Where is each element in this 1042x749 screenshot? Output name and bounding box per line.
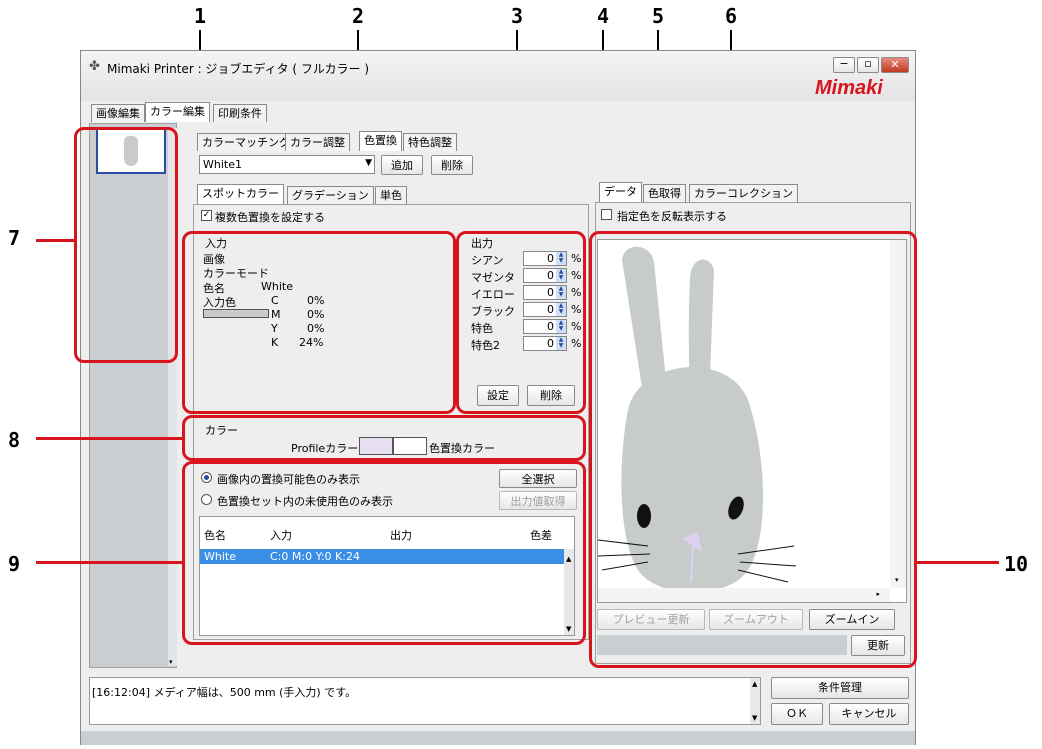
ok-button[interactable]: ＯＫ <box>771 703 823 725</box>
replace-set-value: White1 <box>203 158 242 171</box>
leader-line-9 <box>36 561 184 564</box>
highlight-thumbnail-panel <box>74 127 178 363</box>
callout-7: 7 <box>8 226 21 250</box>
title-bar: ✤ Mimaki Printer : ジョブエディタ ( フルカラー ) − ▫… <box>81 51 915 101</box>
tab-image-edit[interactable]: 画像編集 <box>91 104 145 122</box>
callout-8: 8 <box>8 428 21 452</box>
leader-line-10 <box>915 561 999 564</box>
minimize-button[interactable]: − <box>833 57 855 73</box>
callout-10: 10 <box>1004 552 1029 576</box>
callout-1: 1 <box>194 4 207 28</box>
dropdown-arrow-icon: ▼ <box>365 158 372 168</box>
callout-4: 4 <box>597 4 610 28</box>
leader-line-8 <box>36 437 184 440</box>
tab-color-matching[interactable]: カラーマッチング <box>197 133 295 151</box>
window-status-bar <box>81 731 915 745</box>
highlight-color-list <box>182 461 586 645</box>
add-set-button[interactable]: 追加 <box>381 155 423 175</box>
replace-set-select[interactable]: White1 ▼ <box>199 155 375 174</box>
scroll-down-icon: ▼ <box>752 714 758 722</box>
delete-set-button[interactable]: 削除 <box>431 155 473 175</box>
tab-gradation[interactable]: グラデーション <box>287 186 374 204</box>
highlight-color-group <box>182 415 586 461</box>
callout-9: 9 <box>8 552 21 576</box>
close-button[interactable]: ✕ <box>881 57 909 73</box>
callout-2: 2 <box>352 4 365 28</box>
tab-color-edit[interactable]: カラー編集 <box>145 102 210 122</box>
mimaki-logo: Mimaki <box>815 77 883 99</box>
tab-print-conditions[interactable]: 印刷条件 <box>213 104 267 122</box>
maximize-button[interactable]: ▫ <box>857 57 879 73</box>
tab-color-adjust[interactable]: カラー調整 <box>285 133 350 151</box>
log-message: [16:12:04] メディア幅は、500 mm (手入力) です。 <box>92 686 357 699</box>
callout-5: 5 <box>652 4 665 28</box>
tab-color-pick[interactable]: 色取得 <box>643 184 686 202</box>
invert-label: 指定色を反転表示する <box>617 210 727 223</box>
tab-single-color[interactable]: 単色 <box>375 186 407 204</box>
condition-manage-button[interactable]: 条件管理 <box>771 677 909 699</box>
multi-replace-label: 複数色置換を設定する <box>215 211 325 224</box>
tab-spot-color[interactable]: スポットカラー <box>197 184 284 204</box>
leader-line-7 <box>36 239 76 242</box>
tab-color-collection[interactable]: カラーコレクション <box>689 184 798 202</box>
window-title: Mimaki Printer : ジョブエディタ ( フルカラー ) <box>107 62 370 76</box>
highlight-input-group <box>182 231 456 414</box>
tab-color-replace[interactable]: 色置換 <box>359 131 402 151</box>
highlight-output-group <box>456 231 586 414</box>
invert-checkbox[interactable] <box>601 209 612 220</box>
callout-6: 6 <box>725 4 738 28</box>
cancel-button[interactable]: キャンセル <box>829 703 909 725</box>
scroll-up-icon: ▲ <box>752 680 758 688</box>
highlight-preview-area <box>589 231 917 668</box>
tab-data[interactable]: データ <box>599 182 642 202</box>
scroll-down-icon: ▾ <box>169 658 173 666</box>
log-scrollbar[interactable]: ▲ ▼ <box>750 678 760 724</box>
tab-spot-adjust[interactable]: 特色調整 <box>403 133 457 151</box>
log-area: [16:12:04] メディア幅は、500 mm (手入力) です。 ▲ ▼ <box>89 677 761 725</box>
callout-3: 3 <box>511 4 524 28</box>
multi-replace-checkbox[interactable]: ✓ <box>201 210 212 221</box>
app-icon: ✤ <box>89 59 100 74</box>
